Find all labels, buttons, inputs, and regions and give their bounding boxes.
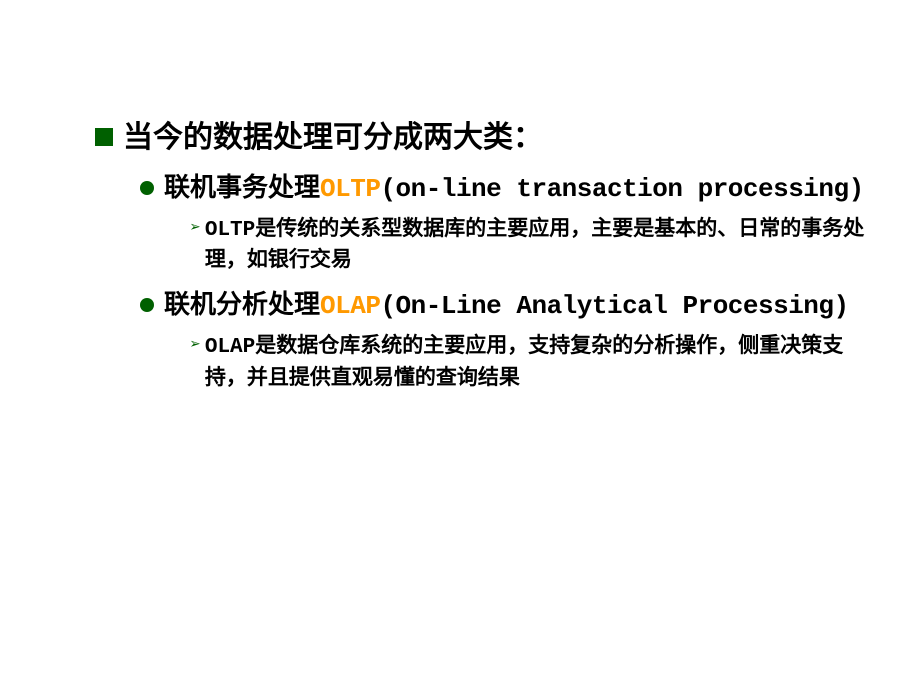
- item-prefix: 联机分析处理: [164, 291, 320, 321]
- arrow-bullet-icon: ➢: [190, 334, 201, 356]
- list-item-olap: 联机分析处理OLAP(On-Line Analytical Processing…: [140, 288, 920, 324]
- detail-text: OLAP是数据仓库系统的主要应用，支持复杂的分析操作，侧重决策支持，并且提供直观…: [205, 332, 865, 395]
- item-suffix: (On-Line Analytical Processing): [380, 291, 848, 321]
- arrow-bullet-icon: ➢: [190, 217, 201, 239]
- square-bullet-icon: [95, 128, 113, 146]
- list-item-oltp: 联机事务处理OLTP(on-line transaction processin…: [140, 171, 920, 207]
- list-item-olap-detail: ➢ OLAP是数据仓库系统的主要应用，支持复杂的分析操作，侧重决策支持，并且提供…: [190, 332, 920, 395]
- item-prefix: 联机事务处理: [164, 174, 320, 204]
- list-item-oltp-detail: ➢ OLTP是传统的关系型数据库的主要应用，主要是基本的、日常的事务处理，如银行…: [190, 215, 920, 278]
- heading-text: 当今的数据处理可分成两大类：: [123, 120, 543, 161]
- item-suffix: (on-line transaction processing): [380, 174, 863, 204]
- list-item-text: 联机分析处理OLAP(On-Line Analytical Processing…: [164, 288, 849, 324]
- heading-row: 当今的数据处理可分成两大类：: [95, 120, 920, 161]
- circle-bullet-icon: [140, 298, 154, 312]
- item-acronym: OLAP: [320, 291, 380, 321]
- list-item-text: 联机事务处理OLTP(on-line transaction processin…: [164, 171, 864, 207]
- item-acronym: OLTP: [320, 174, 380, 204]
- detail-text: OLTP是传统的关系型数据库的主要应用，主要是基本的、日常的事务处理，如银行交易: [205, 215, 865, 278]
- circle-bullet-icon: [140, 181, 154, 195]
